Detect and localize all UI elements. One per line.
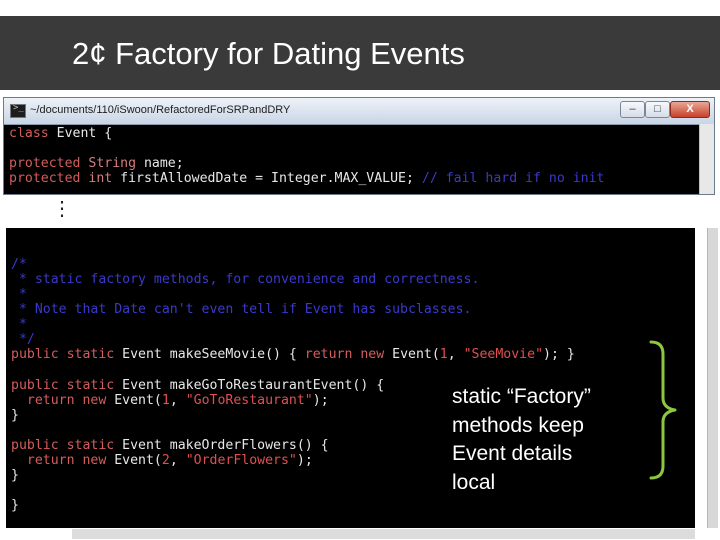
horizontal-scrollbar[interactable] xyxy=(72,529,695,539)
terminal-window: >_ ~/documents/110/iSwoon/RefactoredForS… xyxy=(3,97,715,195)
terminal-title-bar[interactable]: >_ ~/documents/110/iSwoon/RefactoredForS… xyxy=(4,98,714,125)
code-keyword: return new xyxy=(304,347,385,362)
code-type: String xyxy=(80,156,137,171)
code-text: ); xyxy=(296,453,313,468)
code-comment-line: * static factory methods, for convenienc… xyxy=(11,272,480,287)
code-type: int xyxy=(80,171,113,186)
code-comment-line: /* xyxy=(11,257,27,272)
code-keyword: public static xyxy=(11,347,115,362)
code-text: Event( xyxy=(384,347,440,362)
code-string: "OrderFlowers" xyxy=(185,453,297,468)
code-keyword: public static xyxy=(11,378,115,393)
code-comment-line: * xyxy=(11,317,27,332)
code-text: Event { xyxy=(48,126,113,141)
code-text: } xyxy=(11,468,19,483)
code-string: "SeeMovie" xyxy=(463,347,544,362)
code-keyword: public static xyxy=(11,438,115,453)
terminal-icon: >_ xyxy=(10,103,26,118)
code-block-top: class Event { protected String name; pro… xyxy=(9,126,605,186)
code-text: ); } xyxy=(543,347,575,362)
code-text: Event makeGoToRestaurantEvent() { xyxy=(114,378,385,393)
code-text: , xyxy=(169,393,186,408)
callout-line: local xyxy=(452,470,496,494)
code-keyword: protected xyxy=(9,156,81,171)
code-text: Event makeOrderFlowers() { xyxy=(114,438,329,453)
close-icon: X xyxy=(686,103,694,115)
callout-line: methods keep xyxy=(452,413,584,437)
code-keyword: class xyxy=(9,126,49,141)
maximize-icon: □ xyxy=(654,103,661,115)
code-text: , xyxy=(169,453,186,468)
terminal-scrollbar[interactable] xyxy=(699,124,714,194)
code-text: Event( xyxy=(106,393,162,408)
vertical-ellipsis: ⋮ xyxy=(52,198,72,220)
callout-line: Event details xyxy=(452,442,573,465)
code-text: firstAllowedDate = Integer.MAX_VALUE; xyxy=(112,171,414,186)
minimize-button[interactable]: – xyxy=(620,101,645,118)
code-text: Event( xyxy=(106,453,162,468)
code-text: name; xyxy=(136,156,184,171)
code-string: "GoToRestaurant" xyxy=(185,393,313,408)
code-text: } xyxy=(11,408,19,423)
code-text: ); xyxy=(312,393,329,408)
code-number: 1 xyxy=(439,347,448,362)
code-number: 2 xyxy=(161,453,170,468)
code-keyword: protected xyxy=(9,171,81,186)
code-comment: // fail hard if no init xyxy=(413,171,605,186)
curly-brace-icon xyxy=(649,340,677,480)
maximize-button[interactable]: □ xyxy=(645,101,670,118)
code-number: 1 xyxy=(161,393,170,408)
close-button[interactable]: X xyxy=(670,101,710,118)
terminal-title: ~/documents/110/iSwoon/RefactoredForSRPa… xyxy=(30,104,291,116)
code-text: Event makeSeeMovie() { xyxy=(114,347,305,362)
callout-text: static “Factory” methods keep Event deta… xyxy=(452,383,642,497)
code-keyword: return new xyxy=(26,453,107,468)
code-comment-line: * xyxy=(11,287,27,302)
minimize-icon: – xyxy=(629,103,636,115)
code-comment-block: /* * static factory methods, for conveni… xyxy=(11,257,575,362)
code-text: } xyxy=(11,498,19,513)
callout-line: static “Factory” xyxy=(452,385,591,408)
code-scrollbar[interactable] xyxy=(707,228,718,528)
slide-title: 2¢ Factory for Dating Events xyxy=(72,36,465,71)
code-text: , xyxy=(447,347,464,362)
code-block-methods: public static Event makeGoToRestaurantEv… xyxy=(11,378,384,513)
code-keyword: return new xyxy=(26,393,107,408)
code-comment-line: * Note that Date can't even tell if Even… xyxy=(11,302,472,317)
code-comment-line: */ xyxy=(11,332,35,347)
